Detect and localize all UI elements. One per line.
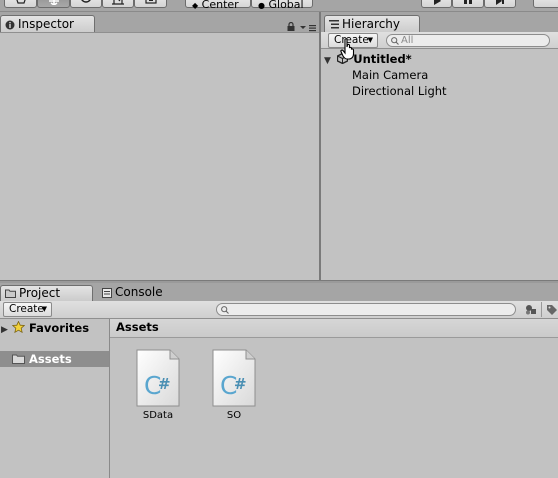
sidebar-item-favorites[interactable]: ▶ Favorites [0, 320, 109, 336]
scene-foldout-icon[interactable]: ▼ [324, 56, 331, 66]
move-icon [48, 0, 59, 5]
sidebar-item-label: Favorites [28, 321, 90, 335]
search-by-type-icon[interactable] [525, 304, 537, 315]
tab-console-label: Console [115, 285, 163, 299]
chevron-down-icon: ▼ [367, 36, 373, 44]
tab-inspector[interactable]: Inspector [0, 15, 95, 33]
tab-project[interactable]: Project [0, 285, 93, 301]
hierarchy-item-label: Main Camera [352, 68, 429, 82]
hand-tool-button[interactable] [4, 0, 37, 8]
rect-tool-icon [144, 0, 157, 4]
step-button[interactable] [484, 0, 516, 8]
search-by-label-icon[interactable] [546, 304, 558, 315]
hierarchy-search-input[interactable]: All [386, 34, 550, 47]
hierarchy-search-placeholder: All [401, 35, 414, 46]
pause-icon [464, 0, 472, 4]
pivot-space-toggle[interactable]: ● Global [251, 0, 313, 11]
project-sidebar: ▶ Favorites Assets [0, 319, 109, 478]
main-toolbar: ◆ Center ● Global [0, 0, 558, 12]
star-icon [11, 320, 26, 334]
panel-menu-icon[interactable] [300, 24, 317, 32]
project-toolbar: Create ▼ [0, 301, 558, 319]
pivot-mode-label: Center [201, 0, 239, 11]
inspector-content [0, 32, 319, 281]
scale-tool-button[interactable] [102, 0, 134, 8]
asset-file-sdata[interactable]: C # SData [127, 349, 189, 421]
pivot-space-label: Global [268, 0, 304, 11]
sidebar-item-assets[interactable]: Assets [0, 351, 109, 367]
hierarchy-item-directional-light[interactable]: Directional Light [352, 83, 447, 99]
project-create-dropdown[interactable]: Create ▼ [3, 302, 52, 317]
project-create-label: Create [9, 303, 44, 315]
sidebar-item-label: Assets [29, 352, 72, 366]
globe-icon: ● [258, 1, 265, 10]
breadcrumb: Assets [110, 319, 558, 338]
lock-icon[interactable] [287, 22, 295, 31]
chevron-down-icon: ▼ [41, 305, 47, 313]
scale-icon [112, 0, 124, 5]
tab-console[interactable]: Console [98, 285, 188, 301]
tab-project-label: Project [19, 286, 61, 300]
tab-inspector-label: Inspector [18, 17, 74, 31]
svg-text:#: # [158, 375, 171, 393]
console-icon [102, 287, 112, 298]
tab-hierarchy-label: Hierarchy [342, 17, 401, 31]
csharp-script-icon: C # [136, 349, 180, 407]
hierarchy-item-label: Directional Light [352, 84, 447, 98]
toolbar-separator [541, 302, 542, 317]
hierarchy-item-main-camera[interactable]: Main Camera [352, 67, 428, 83]
play-icon [433, 0, 441, 5]
folder-icon [12, 354, 25, 364]
hierarchy-toolbar: Create ▼ All [321, 32, 558, 49]
rotate-tool-button[interactable] [70, 0, 102, 8]
tab-hierarchy[interactable]: Hierarchy [324, 15, 420, 33]
csharp-script-icon: C # [212, 349, 256, 407]
pointer-hand-cursor-icon [340, 38, 355, 60]
hand-icon [15, 0, 26, 4]
hierarchy-content: ▼ Untitled* Main Camera Directional Ligh… [321, 49, 558, 280]
search-icon [221, 306, 229, 314]
scene-row[interactable]: ▼ Untitled* [324, 51, 412, 67]
breadcrumb-assets[interactable]: Assets [116, 320, 159, 334]
info-icon [5, 20, 15, 29]
rect-tool-button[interactable] [134, 0, 167, 8]
folder-icon [5, 289, 16, 298]
step-icon [496, 0, 504, 5]
search-icon [391, 37, 399, 45]
asset-file-name: SData [142, 410, 174, 421]
rotate-icon [81, 0, 91, 3]
project-search-input[interactable] [216, 303, 516, 316]
asset-file-so[interactable]: C # SO [203, 349, 265, 421]
play-button[interactable] [421, 0, 452, 8]
asset-file-name: SO [226, 410, 242, 421]
pause-button[interactable] [452, 0, 484, 8]
layers-dropdown[interactable] [533, 0, 558, 8]
move-tool-button[interactable] [37, 0, 70, 8]
list-icon [329, 20, 339, 29]
pivot-mode-toggle[interactable]: ◆ Center [185, 0, 251, 11]
svg-text:#: # [234, 375, 247, 393]
scene-name: Untitled* [353, 52, 412, 66]
asset-grid: C # SData C # SO [110, 338, 558, 478]
foldout-arrow-icon[interactable]: ▶ [1, 325, 8, 335]
pivot-icon: ◆ [192, 1, 199, 10]
